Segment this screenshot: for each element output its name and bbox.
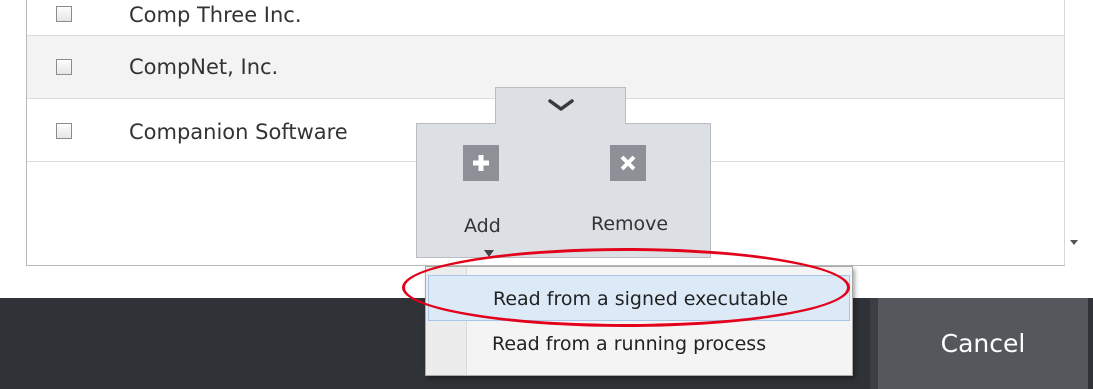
row-label: Companion Software [129, 120, 348, 144]
tab-joint [496, 122, 625, 125]
chevron-down-icon[interactable] [548, 98, 574, 112]
menu-item-label: Read from a signed executable [493, 288, 789, 310]
add-button[interactable]: Add [464, 215, 501, 237]
row-label: Comp Three Inc. [129, 3, 302, 27]
remove-button[interactable]: Remove [591, 213, 668, 235]
menu-item-running-process[interactable]: Read from a running process [428, 321, 850, 367]
list-item[interactable]: Comp Three Inc. [27, 0, 1065, 36]
row-label: CompNet, Inc. [129, 55, 279, 79]
footer-button-edge [870, 298, 878, 389]
add-icon[interactable] [463, 145, 499, 181]
action-panel: Add Remove [416, 123, 711, 258]
cancel-button[interactable]: Cancel [878, 298, 1088, 389]
add-dropdown-menu: Read from a signed executable Read from … [425, 266, 853, 376]
list-scrollbar[interactable] [1064, 0, 1084, 265]
add-dropdown-arrow-icon[interactable] [484, 250, 494, 257]
row-checkbox[interactable] [56, 59, 72, 75]
row-checkbox[interactable] [56, 6, 72, 22]
scroll-down-icon[interactable] [1070, 240, 1078, 245]
collapse-tab[interactable] [495, 87, 626, 127]
row-checkbox[interactable] [56, 123, 72, 139]
remove-icon[interactable] [610, 145, 646, 181]
menu-item-signed-executable[interactable]: Read from a signed executable [428, 275, 850, 321]
menu-item-label: Read from a running process [492, 333, 767, 355]
